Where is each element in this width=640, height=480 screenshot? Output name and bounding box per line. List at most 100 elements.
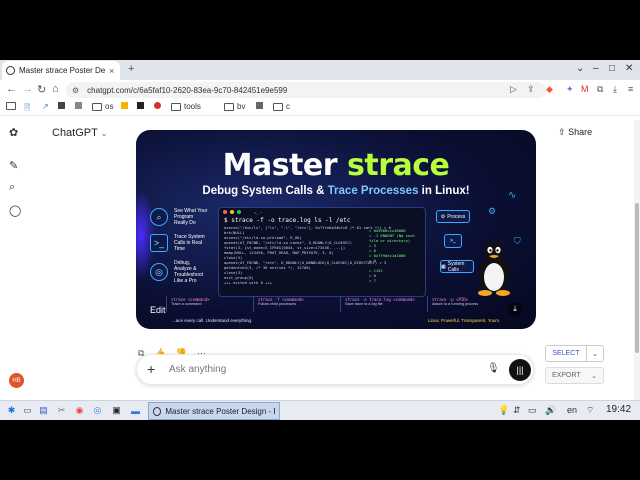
browser-icon[interactable]: ◎ (92, 405, 103, 416)
edit-image-button[interactable]: Edit (150, 305, 166, 315)
command-desc: Trace a command (171, 302, 202, 306)
bookmark-item-4[interactable] (137, 102, 144, 109)
target-icon: ◎ (150, 263, 168, 281)
bookmark-folder-tools[interactable]: tools (171, 102, 201, 111)
download-image-button[interactable]: ⤓ (508, 302, 522, 316)
display-icon[interactable]: ▭ (528, 405, 537, 416)
forward-icon[interactable]: → (22, 83, 33, 95)
bookmark-link-icon[interactable]: ↗ (42, 102, 49, 111)
share-button[interactable]: ⇧ Share (558, 127, 592, 138)
new-chat-icon[interactable]: ✎ (9, 159, 18, 172)
minimize-button[interactable]: – (593, 63, 599, 74)
terminal-icon[interactable]: ▣ (111, 405, 122, 416)
bookmark-item-5[interactable] (154, 102, 161, 109)
export-label: EXPORT (552, 372, 581, 379)
command-cell: strace -o trace.log <command> Save trace… (340, 296, 427, 312)
process-label: Process (447, 213, 466, 220)
tab-close-icon[interactable]: × (109, 66, 114, 76)
bookmark-favicon-icon (137, 102, 144, 109)
chrome-icon[interactable]: ◉ (74, 405, 85, 416)
scrollbar-thumb[interactable] (635, 203, 639, 353)
model-selector[interactable]: ChatGPT ⌄ (52, 127, 107, 139)
file-manager-icon[interactable]: ▤ (38, 405, 49, 416)
bookmark-favicon-icon (75, 102, 82, 109)
microphone-icon[interactable]: 🎙 (487, 363, 500, 374)
bookmarks-bar: 🗎 ↗ os tools bv c (0, 100, 640, 116)
folder-icon[interactable]: ▬ (130, 405, 141, 416)
share-page-icon[interactable]: ⇪ (527, 84, 535, 95)
chatgpt-favicon-icon (153, 406, 162, 416)
folder-icon (171, 102, 181, 111)
bookmark-page-icon[interactable]: 🗎 (24, 102, 30, 116)
bookmark-favicon-icon (154, 102, 161, 109)
bookmark-folder-c[interactable]: c (273, 102, 290, 111)
voice-mode-button[interactable]: ||| (509, 359, 531, 381)
terminal-window: >_ ~ $ strace -f -o trace.log ls -l /etc… (218, 207, 426, 297)
tab-active[interactable]: Master strace Poster De × (2, 61, 120, 80)
address-bar[interactable]: ⚙ chatgpt.com/c/6a5faf10-2620-83ea-9c70-… (66, 82, 546, 98)
terminal-result: = ? (369, 278, 376, 283)
download-icon: ⤓ (513, 304, 517, 313)
language-indicator[interactable]: en (567, 405, 577, 415)
select-button[interactable]: SELECT (545, 345, 587, 362)
bookmark-folder-bv[interactable]: bv (224, 102, 245, 111)
app-icon[interactable]: ✂ (56, 405, 67, 416)
read-mode-icon[interactable]: ▷ (510, 84, 517, 95)
generated-image[interactable]: Master strace Debug System Calls & Trace… (136, 130, 536, 329)
brave-shields-icon[interactable]: ◆ (546, 84, 553, 95)
extensions-icon[interactable]: ⧉ (597, 84, 603, 95)
share-label: Share (568, 127, 593, 137)
navigation-bar: ← → ↻ ⌂ ⚙ chatgpt.com/c/6a5faf10-2620-83… (0, 80, 640, 100)
tab-title: Master strace Poster De (19, 66, 105, 75)
prompt-input[interactable]: Ask anything (169, 364, 226, 375)
close-window-button[interactable]: ✕ (625, 63, 633, 74)
chevron-down-icon: ⌄ (100, 129, 108, 138)
start-menu-icon[interactable]: ✱ (6, 405, 17, 416)
terminal-titlebar: >_ ~ (219, 208, 425, 216)
site-info-icon[interactable]: ⚙ (72, 86, 79, 95)
chip-icon: ▦ (441, 263, 446, 270)
wifi-icon[interactable]: ⌔ (586, 405, 594, 416)
network-icon[interactable]: ⇵ (513, 405, 521, 416)
maximize-button[interactable]: □ (609, 63, 615, 74)
new-tab-button[interactable]: + (128, 63, 134, 75)
poster-subtitle-part3: in Linux! (421, 185, 470, 197)
magnifier-icon: ⌕ (150, 208, 168, 226)
select-dropdown-button[interactable]: ⌄ (587, 345, 604, 362)
download-icon[interactable]: ⤓ (613, 84, 617, 95)
bookmark-label: c (286, 102, 290, 111)
chats-icon[interactable]: ◯ (9, 204, 21, 217)
desktop-icon[interactable]: ▭ (22, 405, 33, 416)
bookmark-folder-os[interactable]: os (92, 102, 113, 111)
bookmark-folder-1[interactable] (6, 102, 16, 110)
bookmark-item-3[interactable] (121, 102, 128, 109)
taskbar: ✱ ▭ ▤ ✂ ◉ ◎ ▣ ▬ Master strace Poster Des… (0, 400, 640, 420)
volume-icon[interactable]: 🔊 (545, 405, 556, 416)
avatar[interactable]: HB (9, 373, 24, 388)
taskbar-task-browser[interactable]: Master strace Poster Design - B... (148, 402, 280, 420)
bookmark-item-6[interactable] (256, 102, 263, 109)
lightbulb-icon[interactable]: 💡 (498, 405, 509, 416)
export-button[interactable]: EXPORT ⌄ (545, 367, 604, 384)
home-icon[interactable]: ⌂ (52, 83, 59, 95)
back-icon[interactable]: ← (6, 83, 17, 95)
poster-title: Master strace (136, 148, 536, 183)
poster-feature-2: >_ Trace System Calls in Real Time (150, 234, 208, 252)
gmail-extension-icon[interactable]: M (581, 84, 589, 94)
menu-icon[interactable]: ≡ (628, 84, 633, 94)
add-attachment-icon[interactable]: + (147, 361, 155, 377)
search-icon[interactable]: ⌕ (9, 181, 15, 194)
bookmark-item-1[interactable] (58, 102, 65, 109)
bookmark-item-2[interactable] (75, 102, 82, 109)
reload-icon[interactable]: ↻ (37, 83, 46, 96)
openai-logo-icon[interactable]: ✿ (9, 126, 18, 139)
process-box: ⚙ Process (436, 210, 470, 223)
tab-list-icon[interactable]: ⌄ (576, 63, 584, 74)
bookmark-label: tools (184, 102, 201, 111)
folder-icon (224, 102, 234, 111)
clock[interactable]: 19:42 (606, 404, 631, 415)
leo-ai-icon[interactable]: ✦ (566, 84, 574, 95)
pulse-icon: ∿ (508, 190, 517, 201)
terminal-box: >_ (444, 234, 462, 248)
chevron-down-icon: ⌄ (592, 350, 598, 358)
